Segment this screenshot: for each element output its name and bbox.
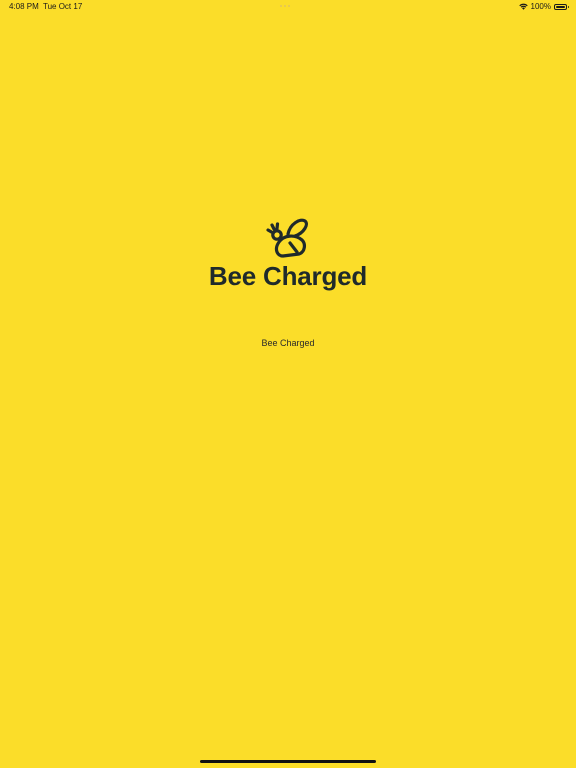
multitasking-dot	[284, 5, 286, 7]
multitasking-dots[interactable]	[280, 5, 290, 7]
home-indicator[interactable]	[200, 760, 376, 763]
battery-percent: 100%	[530, 2, 551, 11]
battery-fill	[556, 5, 565, 8]
bee-icon	[266, 218, 308, 258]
status-time: 4:08 PM	[9, 2, 39, 11]
status-date: Tue Oct 17	[43, 2, 83, 11]
status-bar: 4:08 PM Tue Oct 17 100%	[0, 0, 576, 16]
splash-subtitle: Bee Charged	[261, 338, 315, 348]
multitasking-dot	[280, 5, 282, 7]
splash-logo: Bee Charged	[0, 216, 576, 291]
battery-icon	[554, 3, 569, 10]
multitasking-dot	[288, 5, 290, 7]
wifi-icon	[518, 3, 528, 10]
status-indicators: 100%	[518, 2, 569, 11]
brand-title: Bee Charged	[208, 261, 368, 291]
